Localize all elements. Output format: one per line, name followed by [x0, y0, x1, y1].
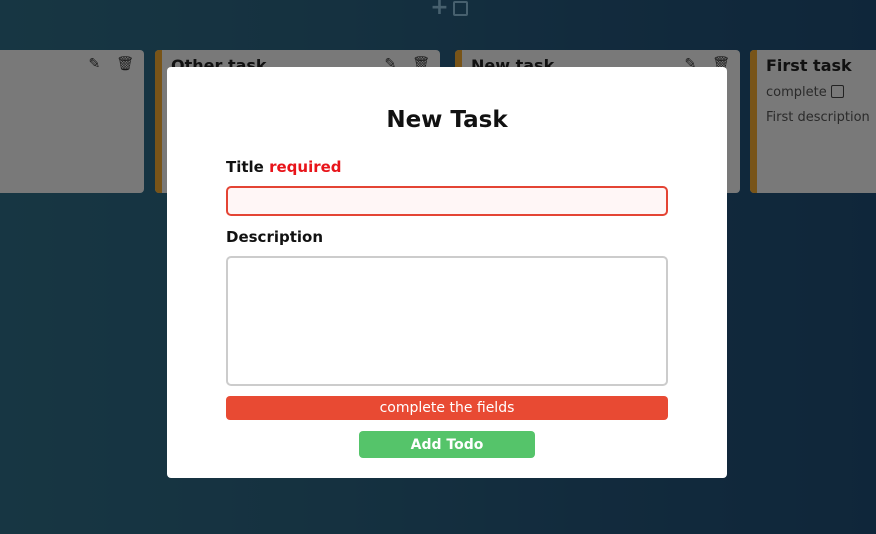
add-todo-button[interactable]: Add Todo	[359, 431, 535, 458]
title-label-text: Title	[226, 158, 264, 176]
modal-heading: New Task	[386, 107, 508, 133]
required-indicator: required	[269, 158, 342, 176]
title-label: Title required	[226, 158, 342, 176]
error-message: complete the fields	[226, 396, 668, 420]
description-label: Description	[226, 228, 324, 246]
description-input[interactable]	[226, 256, 668, 386]
new-task-modal: New Task Title required Description comp…	[167, 67, 727, 478]
title-input[interactable]	[226, 186, 668, 216]
